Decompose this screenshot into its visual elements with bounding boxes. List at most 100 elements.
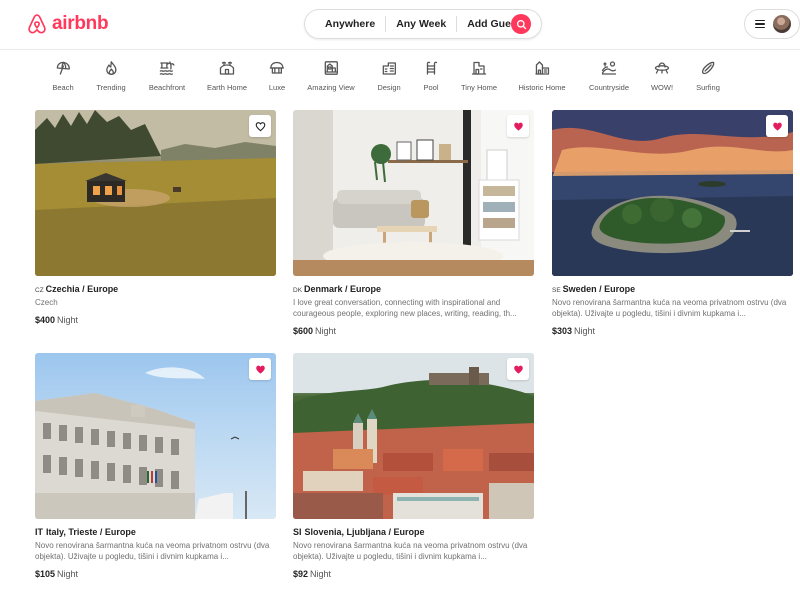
heart-filled-icon (772, 122, 782, 131)
search-location[interactable]: Anywhere (325, 18, 385, 30)
user-avatar (773, 15, 791, 33)
listing-location: Slovenia, Ljubljana / Europe (304, 527, 425, 537)
heart-filled-icon (513, 122, 523, 131)
listing-image[interactable] (552, 110, 793, 276)
search-bar[interactable]: Anywhere Any Week Add Guests (304, 9, 542, 39)
category-luxe[interactable]: Luxe (269, 60, 285, 92)
scandinavian-living-room-scene (293, 110, 534, 276)
tiny-home-icon (471, 61, 487, 75)
listing-image[interactable] (35, 353, 276, 519)
category-label: Countryside (588, 83, 630, 92)
category-label: Tiny Home (461, 83, 497, 92)
listing-price: $303 Night (552, 326, 793, 336)
category-bar: Beach Trending Beachfront Earth Home Lux… (0, 51, 800, 101)
category-label: Earth Home (206, 83, 248, 92)
category-beachfront[interactable]: Beachfront (149, 60, 185, 92)
category-label: Pool (423, 83, 439, 92)
category-amazing-view[interactable]: Amazing View (307, 60, 355, 92)
country-code: DK (293, 287, 303, 294)
category-pool[interactable]: Pool (423, 60, 439, 92)
listing-card[interactable]: CZ Czechia / Europe Czech $400 Night (35, 110, 276, 325)
listing-location: Italy, Trieste / Europe (46, 527, 136, 537)
category-label: Trending (96, 83, 126, 92)
tiny-cabin-meadow-scene (35, 110, 276, 276)
brand-name: airbnb (52, 13, 109, 34)
price-unit: Night (574, 326, 596, 336)
listing-price: $92 Night (293, 569, 534, 579)
country-code: SE (552, 287, 561, 294)
category-label: Beach (52, 83, 74, 92)
flame-icon (105, 61, 117, 75)
category-label: Historic Home (518, 83, 566, 92)
listing-card[interactable]: DK Denmark / Europe I love great conversa… (293, 110, 534, 336)
ufo-icon (654, 62, 670, 74)
design-icon (382, 62, 396, 75)
listing-description: Novo renovirana šarmantna kuća na veoma … (552, 298, 787, 318)
country-code: IT (35, 527, 43, 537)
surfboard-icon (701, 61, 715, 75)
listing-description: Novo renovirana šarmantna kuća na veoma … (293, 541, 528, 561)
listing-card[interactable]: SI Slovenia, Ljubljana / Europe Novo reno… (293, 353, 534, 579)
airbnb-logo[interactable]: airbnb (26, 12, 109, 36)
price-amount: $92 (293, 569, 309, 579)
category-earth-home[interactable]: Earth Home (207, 60, 247, 92)
listing-price: $600 Night (293, 326, 534, 336)
island-sunset-aerial-scene (552, 110, 793, 276)
category-label: Beachfront (148, 83, 186, 92)
listing-description: Novo renovirana šarmantna kuća na veoma … (35, 541, 270, 561)
category-tiny-home[interactable]: Tiny Home (461, 60, 497, 92)
umbrella-icon (56, 61, 70, 75)
price-amount: $303 (552, 326, 573, 336)
favorite-button[interactable] (249, 358, 271, 380)
search-button[interactable] (511, 14, 531, 34)
listing-card[interactable]: IT Italy, Trieste / Europe Novo renoviran… (35, 353, 276, 579)
favorite-button[interactable] (766, 115, 788, 137)
search-icon (516, 19, 526, 29)
category-trending[interactable]: Trending (96, 60, 126, 92)
favorite-button[interactable] (249, 115, 271, 137)
category-label: WOW! (650, 83, 674, 92)
listing-location: Sweden / Europe (562, 284, 636, 294)
price-unit: Night (57, 569, 79, 579)
airbnb-belo-logo-icon (28, 14, 46, 34)
category-historic-home[interactable]: Historic Home (518, 60, 566, 92)
listing-price: $105 Night (35, 569, 276, 579)
listing-title: SI Slovenia, Ljubljana / Europe (293, 527, 534, 537)
listing-location: Czechia / Europe (45, 284, 119, 294)
heart-filled-icon (255, 365, 265, 374)
listing-title: CZ Czechia / Europe (35, 284, 276, 294)
user-menu-button[interactable] (744, 9, 800, 39)
listing-image[interactable] (293, 353, 534, 519)
listing-description: Czech (35, 298, 58, 307)
category-wow[interactable]: WOW! (651, 60, 673, 92)
hamburger-icon (755, 19, 765, 29)
category-design[interactable]: Design (377, 60, 401, 92)
listing-image[interactable] (35, 110, 276, 276)
category-label: Amazing View (307, 83, 355, 92)
category-surfing[interactable]: Surfing (696, 60, 720, 92)
listing-image[interactable] (293, 110, 534, 276)
search-week[interactable]: Any Week (386, 18, 456, 30)
listing-title: SE Sweden / Europe (552, 284, 793, 294)
listing-description: I love great conversation, connecting wi… (293, 298, 517, 318)
earth-home-icon (219, 61, 235, 75)
category-countryside[interactable]: Countryside (589, 60, 629, 92)
favorite-button[interactable] (507, 115, 529, 137)
favorite-button[interactable] (507, 358, 529, 380)
historic-home-icon (534, 61, 549, 75)
price-amount: $400 (35, 315, 56, 325)
category-beach[interactable]: Beach (52, 60, 74, 92)
country-code: CZ (35, 287, 44, 294)
category-label: Surfing (696, 83, 720, 92)
price-amount: $105 (35, 569, 56, 579)
price-unit: Night (315, 326, 337, 336)
countryside-icon (601, 61, 617, 75)
country-code: SI (293, 527, 302, 537)
listing-card[interactable]: SE Sweden / Europe Novo renovirana šarman… (552, 110, 793, 336)
top-header: airbnb Anywhere Any Week Add Guests (0, 0, 800, 50)
diamond-icon (269, 61, 285, 74)
listing-title: IT Italy, Trieste / Europe (35, 527, 276, 537)
price-amount: $600 (293, 326, 314, 336)
listing-price: $400 Night (35, 315, 276, 325)
price-unit: Night (310, 569, 332, 579)
